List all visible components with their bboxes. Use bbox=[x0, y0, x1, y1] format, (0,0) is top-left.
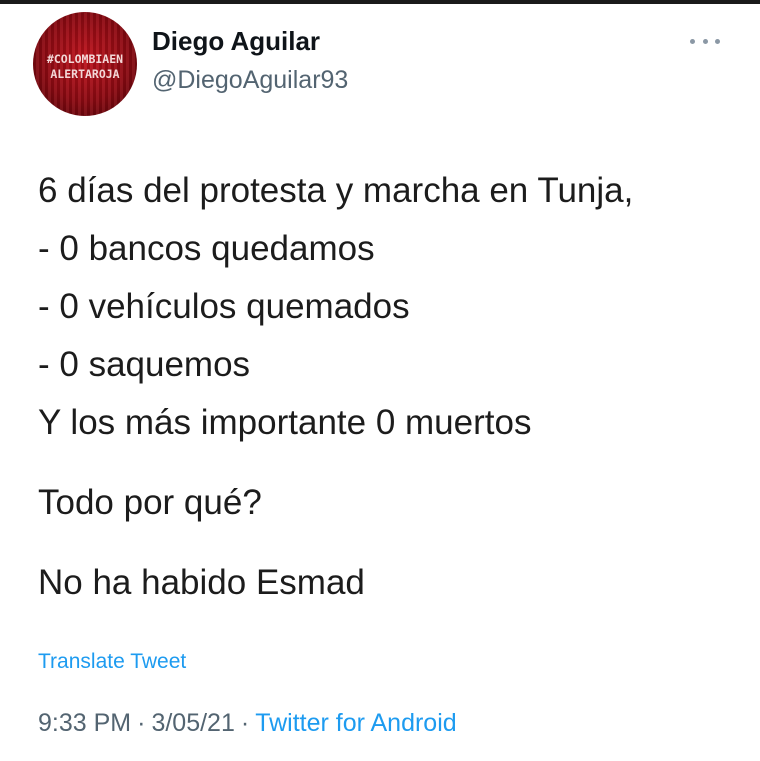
avatar[interactable]: #COLOMBIAEN ALERTAROJA bbox=[33, 12, 137, 116]
tweet-line: Todo por qué? bbox=[38, 483, 262, 522]
tweet-metadata: 9:33 PM · 3/05/21 · Twitter for Android bbox=[38, 709, 457, 738]
tweet-paragraph-3: No ha habido Esmad bbox=[38, 554, 738, 612]
more-options-button[interactable] bbox=[690, 34, 720, 48]
more-horizontal-icon-dot bbox=[690, 38, 695, 44]
more-horizontal-icon-dot bbox=[702, 38, 708, 44]
tweet-paragraph-2: Todo por qué? bbox=[38, 474, 738, 532]
author-handle[interactable]: @DiegoAguilar93 bbox=[152, 66, 348, 95]
more-horizontal-icon-dot bbox=[715, 38, 720, 44]
tweet-line: - 0 vehículos quemados bbox=[38, 287, 410, 326]
tweet-line: No ha habido Esmad bbox=[38, 563, 365, 602]
tweet-line: - 0 saquemos bbox=[38, 345, 251, 384]
tweet-paragraph-1: 6 días del protesta y marcha en Tunja, -… bbox=[38, 162, 738, 452]
author-display-name[interactable]: Diego Aguilar bbox=[152, 26, 320, 57]
tweet-date[interactable]: 3/05/21 bbox=[151, 709, 234, 737]
meta-separator: · bbox=[137, 709, 146, 737]
tweet-line: 6 días del protesta y marcha en Tunja, bbox=[38, 171, 634, 210]
avatar-text-line-1: #COLOMBIAEN bbox=[46, 52, 124, 66]
meta-separator: · bbox=[240, 709, 250, 737]
tweet-line: Y los más importante 0 muertos bbox=[38, 403, 532, 442]
tweet-time[interactable]: 9:33 PM bbox=[38, 709, 131, 737]
tweet-text: 6 días del protesta y marcha en Tunja, -… bbox=[38, 162, 738, 612]
avatar-text-line-2: ALERTAROJA bbox=[50, 67, 120, 81]
tweet-source-link[interactable]: Twitter for Android bbox=[255, 709, 456, 737]
translate-tweet-link[interactable]: Translate Tweet bbox=[38, 650, 186, 674]
tweet-card: #COLOMBIAEN ALERTAROJA Diego Aguilar @Di… bbox=[0, 4, 760, 761]
tweet-line: - 0 bancos quedamos bbox=[38, 229, 375, 268]
